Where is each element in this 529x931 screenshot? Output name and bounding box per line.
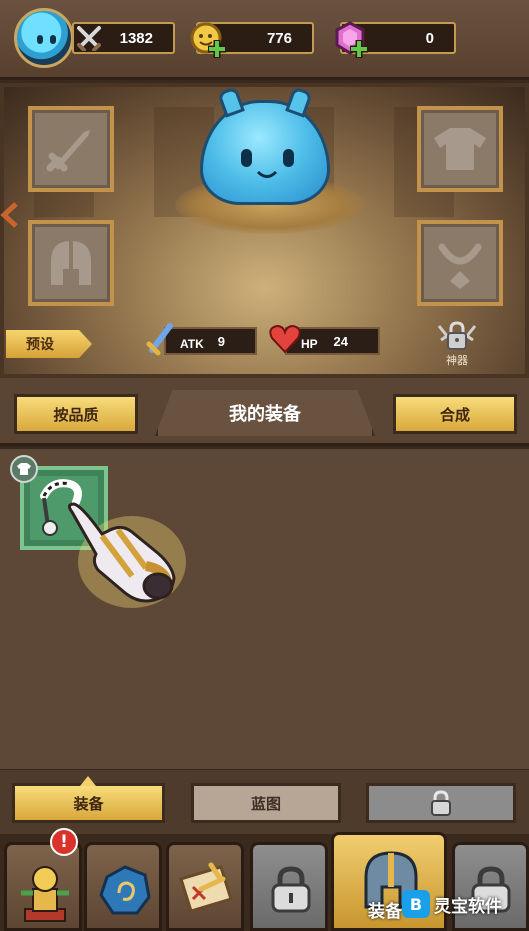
shirt-silhouette-icon [434,128,486,170]
red-heart-icon [269,324,301,354]
atk-stat-bar: ATK 9 [164,327,257,355]
necklace-silhouette-icon [438,243,482,289]
power-value: 1382 [119,29,153,47]
avatar-eye [37,35,43,44]
blue-sword-icon [146,323,173,356]
left-arrow-chevron-icon[interactable] [0,200,20,230]
hp-label: HP [301,337,318,351]
sort-by-quality-button[interactable]: 按品质 [14,394,138,434]
nav-hero-button[interactable] [4,842,82,931]
tab-equipment[interactable]: 装备 [12,783,165,823]
slime-eye-left [241,149,252,167]
sword-silhouette-icon [46,130,90,172]
crossed-swords-icon [77,26,101,51]
shirt-tag-icon [17,463,31,475]
blue-rune-stone-icon [99,865,151,915]
tab-blueprint-label: 蓝图 [250,794,281,813]
equipment-title: 我的装备 [155,390,375,436]
top-status-bar: 1382 776 0 [0,0,529,80]
nav-equipment-label: 装备 [368,902,402,922]
watermark-logo-icon: B [402,890,430,918]
equipment-title-text: 我的装备 [229,404,301,425]
merge-button[interactable]: 合成 [393,394,517,434]
add-gem-plus-icon[interactable] [348,38,370,60]
tab-equipment-label: 装备 [73,794,104,813]
treasure-map-icon [179,862,233,913]
preset-button[interactable]: 预设 [6,330,92,358]
nav-rune-button[interactable] [84,842,162,931]
winged-lock-icon [437,321,477,350]
avatar-eye [50,35,56,44]
watermark-text: 灵宝软件 [434,896,502,917]
tab-locked[interactable] [366,783,516,823]
tutorial-pointer-hand-icon [67,502,186,608]
helmet-slot[interactable] [28,220,114,306]
armor-slot[interactable] [417,106,503,192]
slime-mouth [256,170,278,178]
artifact-locked-button[interactable]: 神器 [434,318,480,368]
necklace-slot[interactable] [417,220,503,306]
hp-value: 24 [333,334,348,349]
player-avatar[interactable] [14,8,74,68]
alert-badge-text: ! [60,832,68,852]
nav-map-button[interactable] [166,842,244,931]
merge-button-label: 合成 [439,405,470,424]
slime-eye-right [283,149,294,167]
add-gold-plus-icon[interactable] [206,38,228,60]
gem-value: 0 [425,29,434,47]
alert-badge: ! [50,828,78,856]
tab-blueprint[interactable]: 蓝图 [191,783,341,823]
artifact-label: 神器 [446,354,468,367]
lock-icon [431,790,451,816]
trophy-statue-icon [21,866,69,922]
gold-value: 776 [266,29,292,47]
atk-value: 9 [217,334,225,349]
nav-locked-button[interactable] [250,842,328,931]
weapon-slot[interactable] [28,106,114,192]
equipment-type-tag [10,455,38,483]
helmet-silhouette-icon [51,241,91,285]
tab-indicator-arrow [80,776,96,786]
sort-button-label: 按品质 [53,405,99,424]
watermark: B 灵宝软件 [402,884,526,924]
atk-label: ATK [180,337,204,351]
preset-label: 预设 [26,337,54,353]
lock-icon [271,866,311,913]
